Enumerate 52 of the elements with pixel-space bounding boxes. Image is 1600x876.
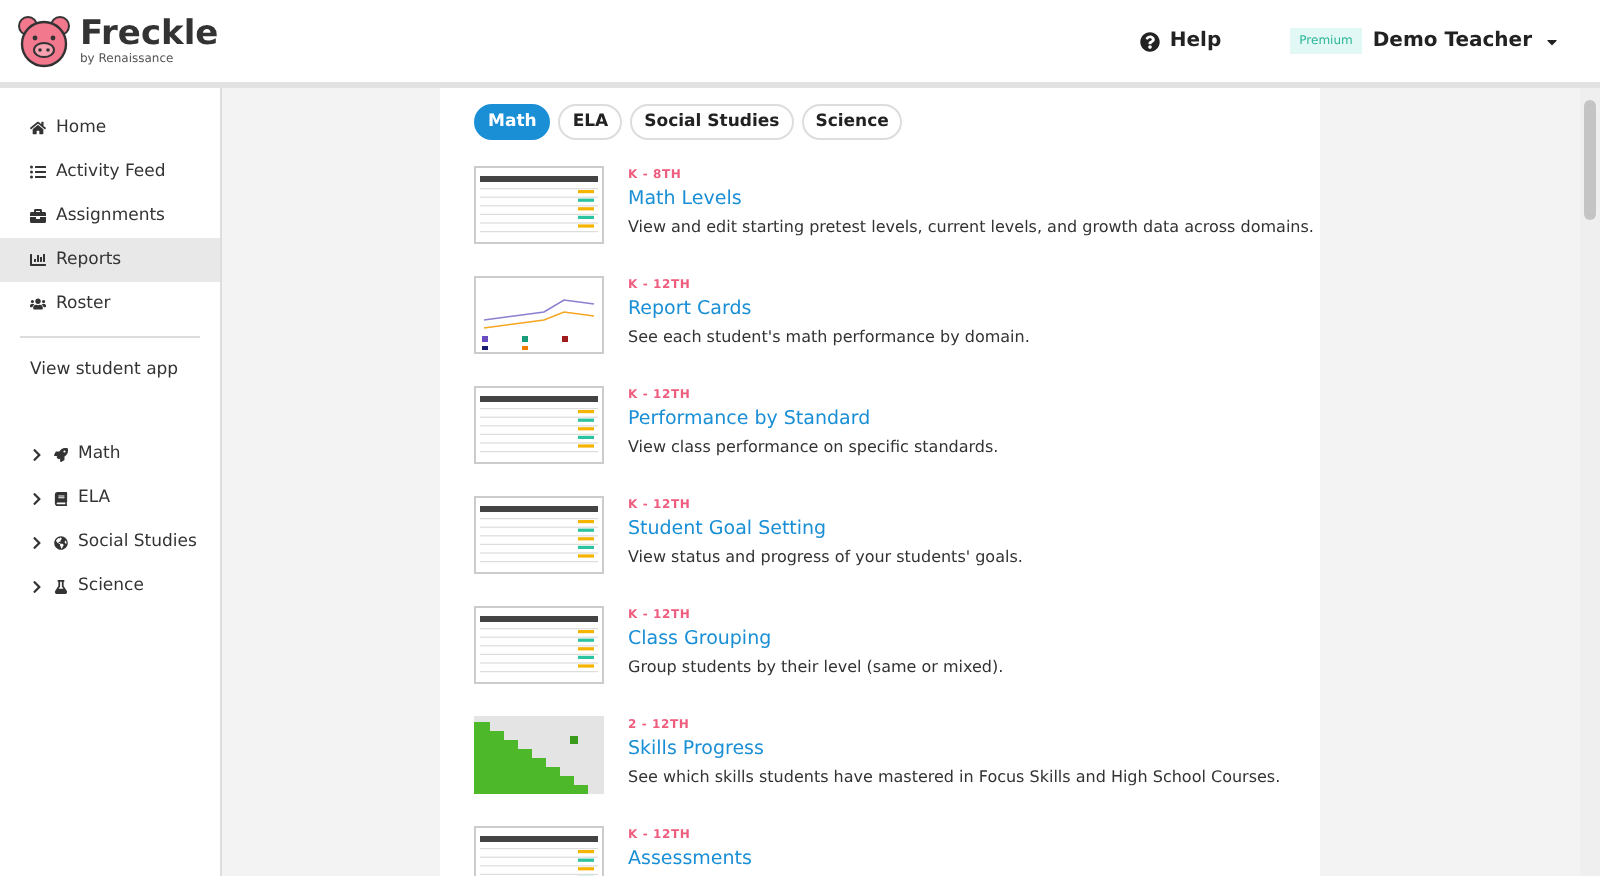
subject-tab[interactable]: ELA xyxy=(558,104,623,140)
report-title-link[interactable]: Assessments xyxy=(628,848,752,870)
table-thumbnail xyxy=(474,496,604,574)
chevron-icon xyxy=(30,579,44,593)
subject-tab[interactable]: Math xyxy=(474,104,551,140)
subject-tab[interactable]: Science xyxy=(801,104,903,140)
subject-item[interactable]: Math xyxy=(0,432,220,476)
report-title-link[interactable]: Math Levels xyxy=(628,188,1314,210)
report-title-link[interactable]: Student Goal Setting xyxy=(628,518,1023,540)
report-title-link[interactable]: Class Grouping xyxy=(628,628,1004,650)
report-description: View class performance on specific standards. xyxy=(628,438,999,456)
sidebar-item[interactable]: Activity Feed xyxy=(0,150,220,194)
brand-name: Freckle xyxy=(80,17,219,51)
home-icon xyxy=(30,120,46,136)
chevron-icon xyxy=(30,535,44,549)
briefcase-icon xyxy=(30,208,46,224)
table-thumbnail xyxy=(474,166,604,244)
people-icon xyxy=(30,296,46,312)
report-description: View status and progress of your students' goals. xyxy=(628,548,1023,566)
report-description: See each student's math performance by domain. xyxy=(628,328,1030,346)
report-title-link[interactable]: Report Cards xyxy=(628,298,1030,320)
sidebar-item[interactable]: Assignments xyxy=(0,194,220,238)
table-thumbnail xyxy=(474,606,604,684)
globe-icon xyxy=(54,535,68,549)
subject-item[interactable]: Social Studies xyxy=(0,520,220,564)
help-icon xyxy=(1139,31,1160,51)
help-link[interactable]: Help xyxy=(1139,30,1222,52)
report-title-link[interactable]: Skills Progress xyxy=(628,738,1281,760)
sidebar-item[interactable]: Home xyxy=(0,106,220,150)
subject-item[interactable]: Science xyxy=(0,564,220,608)
skills-grid-thumbnail xyxy=(474,716,604,794)
book-icon xyxy=(54,491,68,505)
subject-tab[interactable]: Social Studies xyxy=(630,104,794,140)
list-icon xyxy=(30,164,46,180)
report-description: See which skills students have mastered in Focus Skills and High School Courses. xyxy=(628,768,1281,786)
report-description: View and edit starting pretest levels, current levels, and growth data across domains. xyxy=(628,218,1314,236)
view-student-app-link[interactable]: View student app xyxy=(0,348,220,392)
subject-item[interactable]: ELA xyxy=(0,476,220,520)
report-description: Group students by their level (same or mixed). xyxy=(628,658,1004,676)
rocket-icon xyxy=(54,447,68,461)
flask-icon xyxy=(54,579,68,593)
sidebar-item[interactable]: Reports xyxy=(0,238,220,282)
bar-chart-icon xyxy=(30,252,46,268)
scrollbar[interactable] xyxy=(1580,88,1600,876)
chevron-icon xyxy=(30,491,44,505)
user-menu[interactable]: Demo Teacher xyxy=(1372,30,1560,52)
table-thumbnail xyxy=(474,386,604,464)
report-title-link[interactable]: Performance by Standard xyxy=(628,408,999,430)
pig-logo-icon xyxy=(16,13,72,69)
sidebar-item[interactable]: Roster xyxy=(0,282,220,326)
chevron-icon xyxy=(30,447,44,461)
line-chart-thumbnail xyxy=(474,276,604,354)
